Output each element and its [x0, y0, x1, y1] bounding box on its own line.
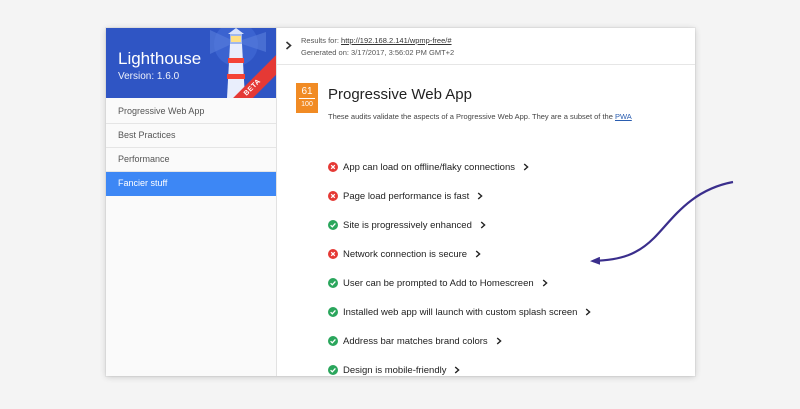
annotation-arrow: [590, 180, 734, 265]
